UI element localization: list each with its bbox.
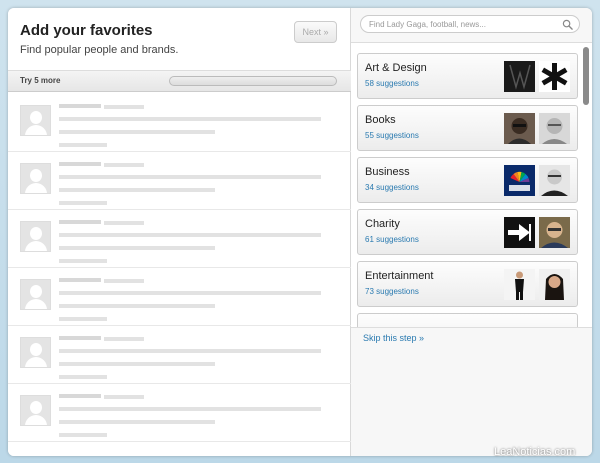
- placeholder-line: [59, 394, 101, 398]
- category-count[interactable]: 61 suggestions: [365, 235, 419, 244]
- page-title: Add your favorites: [20, 22, 153, 39]
- placeholder-line: [104, 221, 144, 225]
- modal-frame: Add your favorites Find popular people a…: [8, 8, 592, 456]
- category-art-design[interactable]: Art & Design 58 suggestions: [357, 53, 578, 99]
- skip-step-link[interactable]: Skip this step »: [363, 333, 424, 343]
- placeholder-line: [59, 291, 321, 295]
- asterisk-logo-icon: [539, 61, 570, 92]
- default-avatar-icon: [20, 337, 51, 368]
- placeholder-line: [59, 375, 107, 379]
- placeholder-line: [104, 163, 144, 167]
- search-icon[interactable]: [562, 19, 573, 30]
- placeholder-line: [59, 117, 321, 121]
- placeholder-line: [104, 395, 144, 399]
- search-input[interactable]: [369, 17, 559, 31]
- try-more-label: Try 5 more: [20, 76, 61, 85]
- category-count[interactable]: 73 suggestions: [365, 287, 419, 296]
- category-count[interactable]: 55 suggestions: [365, 131, 419, 140]
- entertainment-thumbnail-1: [504, 269, 535, 300]
- entertainment-thumbnail-2: [539, 269, 570, 300]
- placeholder-line: [59, 304, 215, 308]
- placeholder-line: [59, 420, 215, 424]
- arrow-logo-icon: [504, 217, 535, 248]
- next-button[interactable]: Next »: [294, 21, 337, 43]
- placeholder-line: [59, 407, 321, 411]
- category-name: Business: [365, 166, 410, 178]
- placeholder-line: [59, 433, 107, 437]
- list-item: [8, 268, 351, 326]
- list-item: [8, 152, 351, 210]
- placeholder-line: [59, 336, 101, 340]
- default-avatar-icon: [20, 279, 51, 310]
- category-business[interactable]: Business 34 suggestions: [357, 157, 578, 203]
- watermark: LeaNoticias.com: [494, 446, 576, 458]
- category-name: Charity: [365, 218, 400, 230]
- page-subtitle: Find popular people and brands.: [20, 44, 179, 56]
- suggestion-placeholder-list: [8, 94, 351, 442]
- placeholder-line: [59, 188, 215, 192]
- placeholder-line: [104, 279, 144, 283]
- default-avatar-icon: [20, 221, 51, 252]
- category-list: Art & Design 58 suggestions Books 55 sug…: [351, 42, 592, 328]
- left-pane: Add your favorites Find popular people a…: [8, 8, 351, 456]
- default-avatar-icon: [20, 163, 51, 194]
- category-scrollbar[interactable]: [583, 43, 589, 327]
- list-item: [8, 210, 351, 268]
- placeholder-line: [59, 317, 107, 321]
- placeholder-line: [59, 233, 321, 237]
- category-name: Art & Design: [365, 62, 427, 74]
- placeholder-line: [59, 175, 321, 179]
- list-item: [8, 94, 351, 152]
- category-charity[interactable]: Charity 61 suggestions: [357, 209, 578, 255]
- category-entertainment[interactable]: Entertainment 73 suggestions: [357, 261, 578, 307]
- art-design-thumbnail-1: [504, 61, 535, 92]
- category-next-partial[interactable]: [357, 313, 578, 327]
- progress-bar: [169, 76, 337, 86]
- placeholder-line: [59, 104, 101, 108]
- list-item: [8, 384, 351, 442]
- placeholder-line: [59, 162, 101, 166]
- books-thumbnail-1: [504, 113, 535, 144]
- search-box: [360, 15, 580, 33]
- charity-thumbnail-2: [539, 217, 570, 248]
- placeholder-line: [59, 362, 215, 366]
- right-pane: Art & Design 58 suggestions Books: [351, 8, 592, 456]
- placeholder-line: [59, 278, 101, 282]
- default-avatar-icon: [20, 395, 51, 426]
- placeholder-line: [59, 143, 107, 147]
- placeholder-line: [59, 201, 107, 205]
- placeholder-line: [104, 105, 144, 109]
- placeholder-line: [59, 349, 321, 353]
- books-thumbnail-2: [539, 113, 570, 144]
- category-name: Entertainment: [365, 270, 434, 282]
- category-count[interactable]: 58 suggestions: [365, 79, 419, 88]
- try-more-bar: Try 5 more: [8, 70, 351, 92]
- placeholder-line: [59, 259, 107, 263]
- list-item: [8, 326, 351, 384]
- placeholder-line: [104, 337, 144, 341]
- placeholder-line: [59, 130, 215, 134]
- category-name: Books: [365, 114, 396, 126]
- business-thumbnail-2: [539, 165, 570, 196]
- category-count[interactable]: 34 suggestions: [365, 183, 419, 192]
- cnbc-logo-icon: [504, 165, 535, 196]
- placeholder-line: [59, 246, 215, 250]
- placeholder-line: [59, 220, 101, 224]
- default-avatar-icon: [20, 105, 51, 136]
- category-books[interactable]: Books 55 suggestions: [357, 105, 578, 151]
- scrollbar-thumb[interactable]: [583, 47, 589, 105]
